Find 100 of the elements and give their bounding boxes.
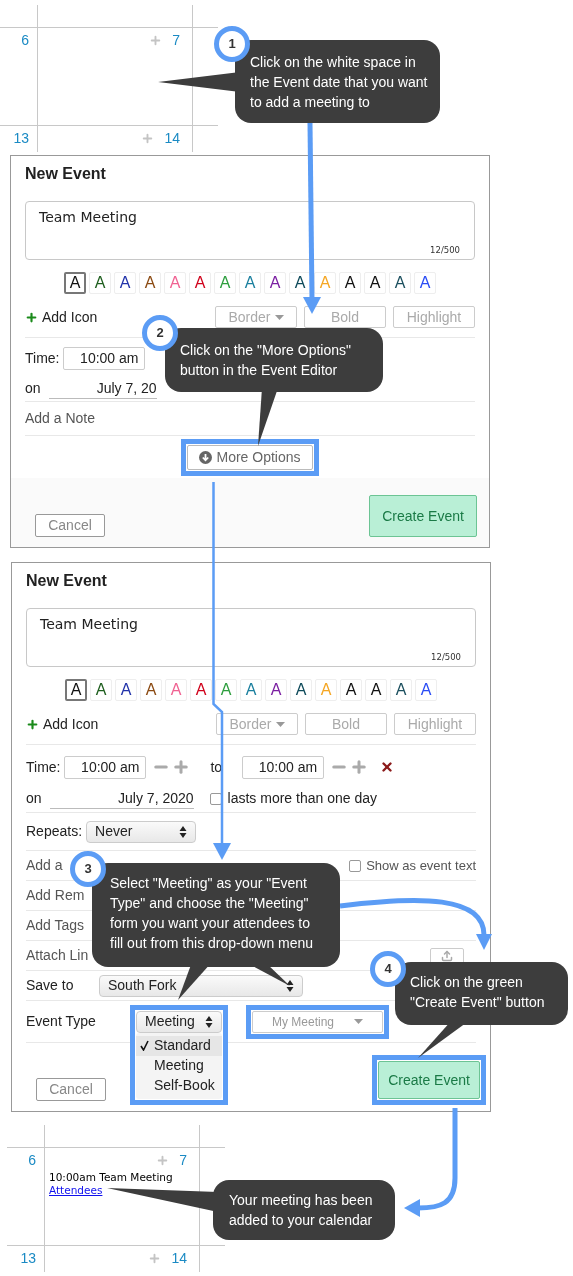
up-down-icon: [179, 824, 188, 839]
text-color-swatch[interactable]: A: [240, 679, 262, 701]
text-color-swatch[interactable]: A: [364, 272, 386, 294]
up-down-icon: [286, 978, 294, 993]
select-dropdown[interactable]: Never: [86, 820, 197, 843]
delete-icon[interactable]: [380, 760, 395, 774]
add-icon-button[interactable]: Add Icon: [26, 713, 99, 735]
save-to-label: Save to: [26, 976, 75, 995]
day-number: 7: [179, 1151, 187, 1169]
select-dropdown[interactable]: South Fork: [99, 974, 303, 997]
event-text-field[interactable]: Team Meeting 12/500: [25, 201, 475, 260]
callout-text: Select "Meeting" as your "Event Type" and choose the "Meeting" form you want your attendees to fill out from this drop-down menu: [110, 874, 315, 953]
add-note-label[interactable]: Add a Note: [25, 408, 96, 429]
character-count: 12/500: [430, 244, 460, 257]
text-color-swatch[interactable]: A: [389, 272, 411, 294]
text-color-swatch[interactable]: A: [215, 679, 237, 701]
text-color-swatch[interactable]: A: [339, 272, 361, 294]
cancel-button[interactable]: Cancel: [35, 514, 105, 537]
character-count: 12/500: [431, 651, 461, 664]
text-color-swatch[interactable]: A: [65, 679, 87, 701]
text-color-swatch[interactable]: A: [390, 679, 412, 701]
day-number: 14: [164, 129, 180, 147]
add-icon[interactable]: [148, 1251, 162, 1265]
event-text: Team Meeting: [40, 616, 138, 632]
time-field[interactable]: 10:00 am: [64, 755, 147, 779]
menu-item[interactable]: Standard: [136, 1035, 222, 1056]
upload-icon: [441, 949, 453, 962]
text-color-swatch[interactable]: A: [214, 272, 236, 294]
caret-icon: [275, 721, 285, 727]
text-color-swatch[interactable]: A: [115, 679, 137, 701]
time-field[interactable]: 10:00 am: [63, 346, 146, 370]
add-note-label[interactable]: Add a: [26, 855, 63, 876]
checkbox-label: lasts more than one day: [227, 789, 377, 808]
on-label: on: [25, 379, 41, 398]
event-type-label: Event Type: [26, 1012, 97, 1031]
date-field[interactable]: July 7, 20: [48, 378, 157, 399]
time-label: Time:: [25, 348, 60, 368]
callout-text: Click on the white space in the Event date that you want to add a meeting to: [250, 53, 429, 112]
text-color-swatch[interactable]: A: [340, 679, 362, 701]
text-color-swatch[interactable]: A: [139, 272, 161, 294]
add-icon-button[interactable]: Add Icon: [25, 306, 98, 328]
repeats-label: Repeats:: [26, 822, 83, 841]
text-color-swatch[interactable]: A: [190, 679, 212, 701]
add-icon[interactable]: [156, 1153, 170, 1167]
text-color-swatch[interactable]: A: [415, 679, 437, 701]
step-badge: 1: [214, 26, 250, 62]
date-field[interactable]: July 7, 2020: [49, 788, 194, 809]
dialog-title: New Event: [26, 571, 108, 591]
text-color-swatch[interactable]: A: [264, 272, 286, 294]
attendees-link[interactable]: Attendees: [49, 1184, 103, 1197]
text-color-swatch[interactable]: A: [114, 272, 136, 294]
event-text-field[interactable]: Team Meeting 12/500: [26, 608, 476, 667]
text-color-swatch[interactable]: A: [265, 679, 287, 701]
more-options-button[interactable]: More Options: [187, 444, 313, 470]
text-color-swatch[interactable]: A: [414, 272, 436, 294]
create-event-button[interactable]: Create Event: [378, 1061, 480, 1099]
text-color-swatch[interactable]: A: [289, 272, 311, 294]
callout-text: Click on the green "Create Event" button: [410, 973, 546, 1012]
text-color-swatch[interactable]: A: [189, 272, 211, 294]
day-number: 6: [28, 1151, 36, 1169]
text-color-swatch[interactable]: A: [64, 272, 86, 294]
add-reminder-label[interactable]: Add Rem: [26, 885, 85, 906]
text-color-swatch[interactable]: A: [290, 679, 312, 701]
callout-text: Your meeting has been added to your calendar: [229, 1191, 374, 1230]
day-number: 6: [21, 31, 29, 49]
callout-text: Click on the "More Options" button in the Event Editor: [180, 341, 352, 380]
add-tags-label[interactable]: Add Tags: [26, 915, 85, 936]
checkbox-label: Show as event text: [366, 856, 476, 875]
caret-icon: [274, 314, 284, 320]
plus-icon: [25, 310, 38, 324]
text-color-swatch[interactable]: A: [140, 679, 162, 701]
day-number: 13: [20, 1249, 36, 1267]
time-label: Time:: [26, 757, 61, 777]
to-label: to: [210, 757, 223, 777]
dialog-title: New Event: [25, 164, 107, 184]
day-number: 7: [172, 31, 180, 49]
time-field[interactable]: 10:00 am: [242, 755, 325, 779]
add-icon[interactable]: [149, 33, 163, 47]
text-color-swatch[interactable]: A: [365, 679, 387, 701]
attach-link-label[interactable]: Attach Lin: [26, 945, 89, 966]
checkbox[interactable]: [209, 792, 222, 805]
event-entry[interactable]: 10:00am Team Meeting: [49, 1171, 173, 1184]
text-color-swatch[interactable]: A: [239, 272, 261, 294]
select-dropdown[interactable]: Meeting: [136, 1010, 222, 1033]
check-icon: [140, 1040, 149, 1051]
day-number: 13: [13, 129, 29, 147]
checkbox[interactable]: [349, 859, 362, 872]
plus-icon[interactable]: [172, 758, 191, 776]
text-color-swatch[interactable]: A: [89, 272, 111, 294]
day-number: 14: [171, 1249, 187, 1267]
down-arrow-icon: [199, 450, 213, 464]
text-color-swatch[interactable]: A: [90, 679, 112, 701]
plus-icon[interactable]: [350, 758, 369, 776]
add-icon[interactable]: [141, 131, 155, 145]
up-down-icon: [205, 1014, 213, 1029]
plus-icon: [26, 717, 39, 731]
event-text: Team Meeting: [39, 209, 137, 225]
on-label: on: [26, 789, 42, 808]
create-event-button[interactable]: Create Event: [369, 495, 477, 537]
cancel-button[interactable]: Cancel: [36, 1078, 106, 1101]
